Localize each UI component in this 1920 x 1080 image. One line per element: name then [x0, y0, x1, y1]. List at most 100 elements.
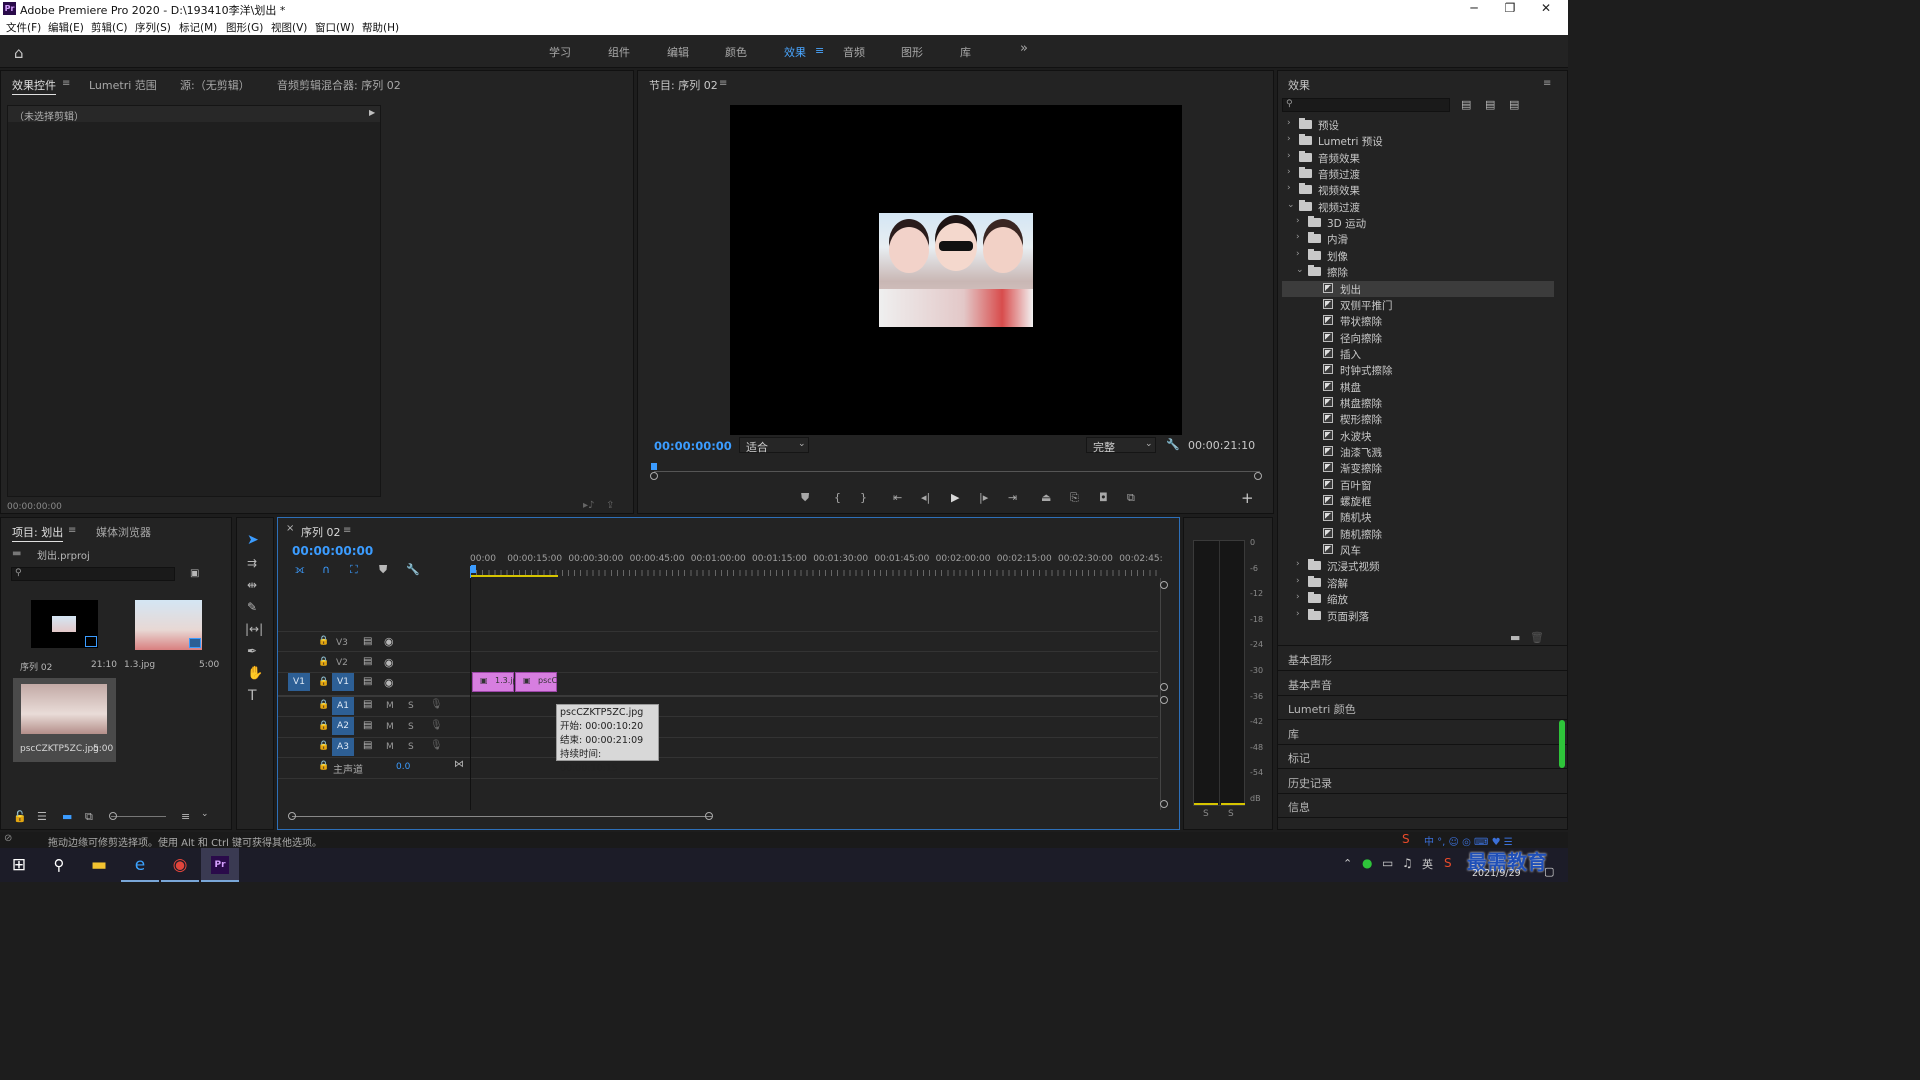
effect-item[interactable]: 油漆飞溅 [1282, 444, 1554, 460]
razor-icon[interactable]: ✎ [247, 600, 257, 614]
chevron-right-icon[interactable]: › [1287, 118, 1291, 128]
step-forward-icon[interactable]: |▸ [979, 492, 988, 503]
tab-audio-clip-mixer[interactable]: 音频剪辑混合器: 序列 02 [277, 77, 401, 93]
sort-icon[interactable]: ≡ [181, 810, 190, 823]
eye-icon[interactable]: ◉ [384, 656, 394, 669]
timeline-ruler[interactable]: 00:00 00:00:15:00 00:00:30:00 00:00:45:00 00… [470, 552, 1163, 578]
mic-icon[interactable]: 🎙 [430, 720, 443, 731]
effect-item[interactable]: 插入 [1282, 346, 1554, 362]
solo-button[interactable]: S [408, 701, 414, 711]
effect-folder[interactable]: › 页面剥落 [1282, 608, 1554, 624]
timeline-title[interactable]: 序列 02 [301, 524, 341, 540]
effect-folder[interactable]: › 3D 运动 [1282, 215, 1554, 231]
effects-section-header[interactable]: Lumetri 颜色 [1278, 696, 1567, 720]
notification-icon[interactable]: ▢ [1544, 865, 1554, 878]
panel-menu-icon[interactable]: ≡ [343, 525, 351, 536]
track-a2-label[interactable]: A2 [332, 717, 354, 735]
effect-item[interactable]: 随机擦除 [1282, 526, 1554, 542]
panel-menu-icon[interactable]: ≡ [68, 525, 76, 536]
vertical-zoom-handle[interactable] [1160, 800, 1168, 808]
workspace-effects[interactable]: 效果 [784, 44, 806, 60]
chevron-right-icon[interactable]: › [1296, 216, 1300, 226]
type-tool-icon[interactable]: T [248, 688, 257, 704]
track-v2-label[interactable]: V2 [336, 658, 348, 668]
lock-icon[interactable]: 🔒 [318, 761, 329, 771]
icon-view-icon[interactable]: ▬ [62, 810, 72, 823]
ime-tray-icon[interactable]: 英 [1422, 856, 1433, 872]
track-a1-label[interactable]: A1 [332, 697, 354, 715]
minimize-button[interactable]: ─ [1456, 0, 1492, 18]
solo-button[interactable]: S [408, 722, 414, 732]
compare-icon[interactable]: ⧉ [1127, 492, 1135, 503]
lock-icon[interactable]: 🔒 [318, 700, 329, 710]
ime-side-handle[interactable] [1559, 720, 1565, 768]
volume-icon[interactable]: ♫ [1402, 856, 1413, 870]
32bit-effects-icon[interactable]: ▤ [1485, 98, 1495, 111]
sync-lock-icon[interactable]: ▤ [363, 720, 372, 731]
tab-lumetri-scopes[interactable]: Lumetri 范围 [89, 77, 157, 93]
mic-icon[interactable]: 🎙 [430, 699, 443, 710]
lock-icon[interactable]: 🔒 [318, 741, 329, 751]
chevron-down-icon[interactable]: ⌄ [1296, 265, 1304, 275]
effect-folder[interactable]: › 内滑 [1282, 231, 1554, 247]
solo-right-button[interactable]: S [1228, 809, 1234, 819]
go-to-end-icon[interactable]: ⋈ [454, 759, 464, 770]
add-button-icon[interactable]: + [1241, 489, 1254, 507]
effect-item[interactable]: 螺旋框 [1282, 493, 1554, 509]
filter-icon[interactable]: ▸♪ [583, 500, 594, 511]
chevron-right-icon[interactable]: › [1287, 134, 1291, 144]
effect-item[interactable]: 棋盘擦除 [1282, 395, 1554, 411]
slip-icon[interactable]: |↔| [245, 622, 263, 636]
tab-source[interactable]: 源:（无剪辑） [180, 77, 250, 93]
workspace-libraries[interactable]: 库 [960, 44, 971, 60]
effect-folder[interactable]: › 沉浸式视频 [1282, 558, 1554, 574]
export-icon[interactable]: ⇪ [606, 500, 614, 511]
track-v1-label[interactable]: V1 [332, 673, 354, 691]
effects-section-header[interactable]: 历史记录 [1278, 770, 1567, 794]
hand-icon[interactable]: ✋ [247, 666, 263, 681]
chevron-right-icon[interactable]: › [1287, 183, 1291, 193]
track-select-icon[interactable]: ⇉ [247, 556, 257, 570]
effects-section-header[interactable]: 标记 [1278, 745, 1567, 769]
tab-media-browser[interactable]: 媒体浏览器 [96, 524, 151, 540]
go-to-in-icon[interactable]: ⇤ [893, 492, 902, 503]
effect-item[interactable]: 双侧平推门 [1282, 297, 1554, 313]
effect-folder[interactable]: ⌄ 擦除 [1282, 264, 1554, 280]
extract-icon[interactable]: ⎘ [1070, 492, 1079, 503]
menu-sequence[interactable]: 序列(S) [135, 20, 171, 35]
effect-item[interactable]: 带状擦除 [1282, 313, 1554, 329]
effect-folder[interactable]: › 音频过渡 [1282, 166, 1554, 182]
effect-item[interactable]: 棋盘 [1282, 379, 1554, 395]
camera-icon[interactable]: ◘ [1099, 492, 1108, 503]
work-area-bar[interactable] [471, 575, 558, 577]
workspace-color[interactable]: 颜色 [725, 44, 747, 60]
master-volume[interactable]: 0.0 [396, 762, 410, 772]
search-icon[interactable]: ⚲ [40, 848, 78, 882]
effect-folder[interactable]: › Lumetri 预设 [1282, 133, 1554, 149]
network-icon[interactable]: ▭ [1382, 856, 1393, 870]
effect-item[interactable]: 楔形擦除 [1282, 411, 1554, 427]
tray-chevron-icon[interactable]: ⌃ [1343, 857, 1352, 870]
play-icon[interactable]: ▶ [951, 492, 959, 503]
effect-folder[interactable]: › 溶解 [1282, 575, 1554, 591]
lock-icon[interactable]: 🔓 [13, 810, 27, 823]
lock-icon[interactable]: 🔒 [318, 636, 329, 646]
effect-item[interactable]: 随机块 [1282, 509, 1554, 525]
linked-selection-icon[interactable]: ⛶ [350, 563, 358, 577]
solo-left-button[interactable]: S [1203, 809, 1209, 819]
lock-icon[interactable]: 🔒 [318, 677, 329, 687]
effect-item[interactable]: 风车 [1282, 542, 1554, 558]
effects-section-header[interactable]: 信息 [1278, 794, 1567, 818]
sync-lock-icon[interactable]: ▤ [363, 740, 372, 751]
vertical-zoom-handle[interactable] [1160, 696, 1168, 704]
delete-icon[interactable]: 🗑 [1530, 631, 1544, 644]
menu-help[interactable]: 帮助(H) [362, 20, 399, 35]
menu-graphics[interactable]: 图形(G) [226, 20, 263, 35]
accelerated-effects-icon[interactable]: ▤ [1461, 98, 1471, 111]
effect-folder[interactable]: › 音频效果 [1282, 150, 1554, 166]
premiere-taskbar-icon[interactable]: Pr [201, 848, 239, 882]
source-patch-v1[interactable]: V1 [288, 673, 310, 691]
mic-icon[interactable]: 🎙 [430, 740, 443, 751]
chevron-right-icon[interactable]: › [1296, 609, 1300, 619]
close-button[interactable]: ✕ [1528, 0, 1564, 18]
